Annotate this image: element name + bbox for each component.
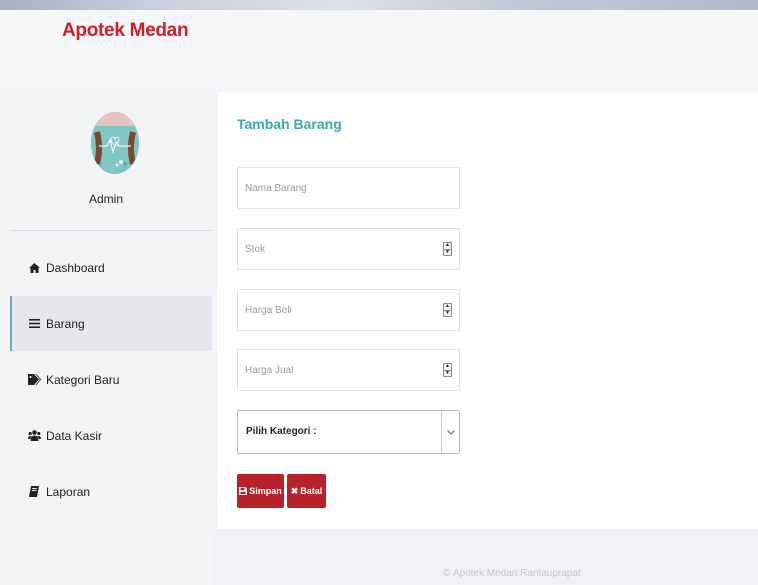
harga-jual-field: ▲ ▼ xyxy=(237,349,460,391)
stepper-down-icon[interactable]: ▼ xyxy=(444,309,451,317)
stok-stepper[interactable]: ▲ ▼ xyxy=(443,242,452,256)
stepper-down-icon[interactable]: ▼ xyxy=(444,248,451,256)
kategori-select-value: Pilih Kategori : xyxy=(246,426,317,437)
chevron-down-icon[interactable] xyxy=(441,411,459,453)
stepper-down-icon[interactable]: ▼ xyxy=(444,369,451,377)
harga-beli-field: ▲ ▼ xyxy=(237,289,460,331)
sidebar-item-data-kasir[interactable]: Data Kasir xyxy=(10,408,212,463)
harga-jual-stepper[interactable]: ▲ ▼ xyxy=(443,363,452,377)
tag-icon xyxy=(27,373,41,387)
save-button[interactable]: Simpan xyxy=(237,474,284,508)
sidebar-item-label: Dashboard xyxy=(46,260,105,275)
harga-beli-input[interactable] xyxy=(237,289,460,331)
sidebar-item-dashboard[interactable]: Dashboard xyxy=(10,240,212,295)
sidebar-item-laporan[interactable]: Laporan xyxy=(10,464,212,519)
home-icon xyxy=(27,261,41,275)
stok-input[interactable] xyxy=(237,228,460,270)
sidebar-item-label: Data Kasir xyxy=(46,428,103,443)
add-item-panel: Tambah Barang ▲ ▼ ▲ ▼ ▲ ▼ Pilih Kategori… xyxy=(218,92,758,529)
avatar xyxy=(91,112,139,174)
nama-barang-input[interactable] xyxy=(237,167,460,209)
profile-name: Admin xyxy=(88,192,123,206)
top-header: Apotek Medan xyxy=(0,0,758,88)
book-icon xyxy=(27,485,41,499)
avatar-image xyxy=(91,112,139,174)
cancel-button-label: Batal xyxy=(300,486,323,496)
sidebar-divider xyxy=(10,230,212,231)
sidebar-item-barang[interactable]: Barang xyxy=(10,296,212,351)
harga-beli-stepper[interactable]: ▲ ▼ xyxy=(443,303,452,317)
users-icon xyxy=(27,429,41,443)
sidebar-item-label: Barang xyxy=(46,316,85,331)
cancel-button[interactable]: ✖ Batal xyxy=(287,474,326,508)
sidebar-item-kategori-baru[interactable]: Kategori Baru xyxy=(10,352,212,407)
stok-field: ▲ ▼ xyxy=(237,228,460,270)
header-stripe xyxy=(0,0,758,10)
save-button-label: Simpan xyxy=(249,486,282,496)
form-title: Tambah Barang xyxy=(237,116,342,132)
footer: © Apotek Medan Rantauprapat xyxy=(212,529,758,585)
sidebar: Admin Dashboard Barang Kategori Baru Dat… xyxy=(0,88,212,585)
floppy-icon xyxy=(239,487,248,495)
sidebar-item-label: Kategori Baru xyxy=(46,372,120,387)
close-icon: ✖ xyxy=(290,485,299,496)
user-profile: Admin xyxy=(0,88,212,230)
footer-copyright: © Apotek Medan Rantauprapat xyxy=(443,568,581,579)
kategori-select[interactable]: Pilih Kategori : xyxy=(237,410,460,454)
bars-icon xyxy=(27,317,41,331)
sidebar-item-label: Laporan xyxy=(46,484,91,499)
harga-jual-input[interactable] xyxy=(237,349,460,391)
brand-title[interactable]: Apotek Medan xyxy=(62,20,189,42)
